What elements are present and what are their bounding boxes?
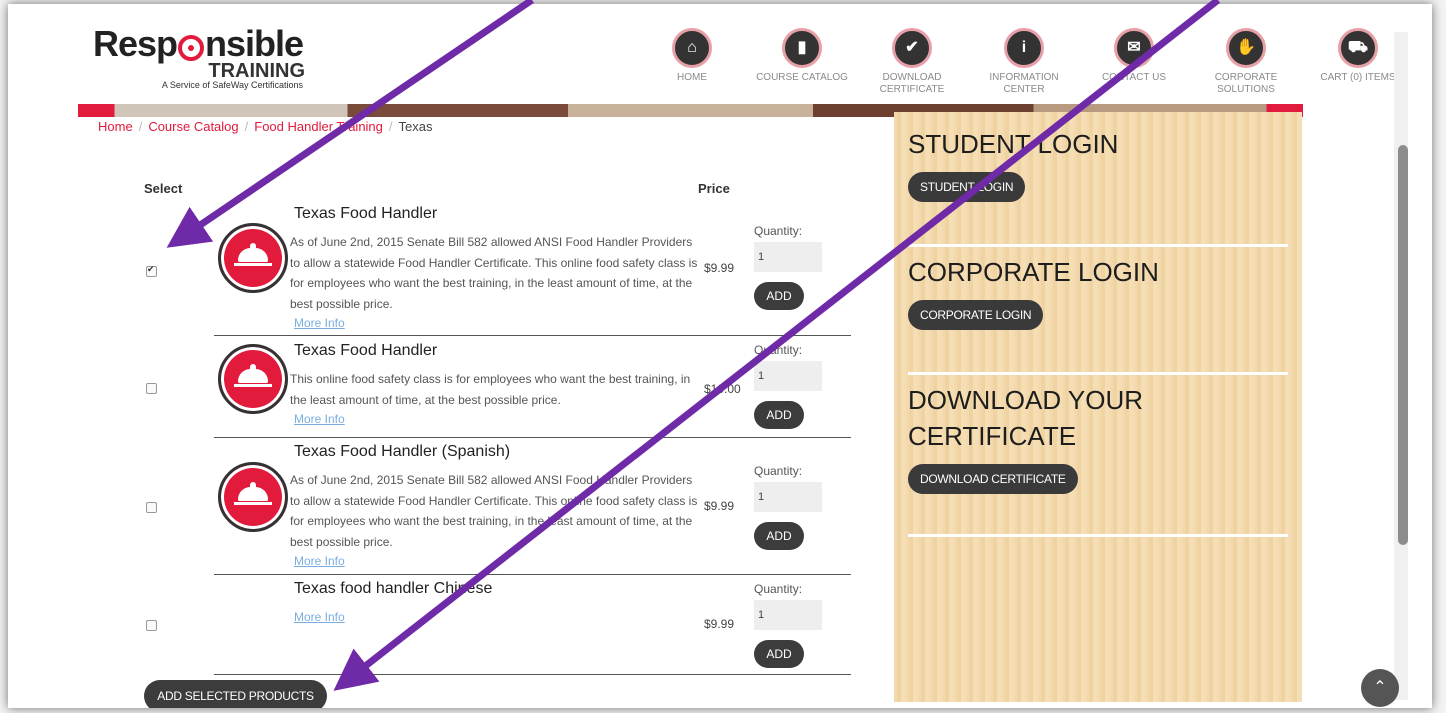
- download-certificate-heading: DOWNLOAD YOUR CERTIFICATE: [908, 385, 1143, 451]
- quantity-label: Quantity:: [754, 224, 803, 238]
- product-title: Texas Food Handler (Spanish): [294, 443, 511, 460]
- add-button[interactable]: ADD: [754, 522, 804, 550]
- select-column-header: Select: [144, 181, 183, 196]
- nav-label: CONTACT US: [1101, 72, 1167, 83]
- student-login-section: STUDENT LOGIN STUDENT LOGIN: [908, 126, 1288, 247]
- more-info-link[interactable]: More Info: [294, 610, 345, 624]
- vertical-scrollbar[interactable]: [1394, 32, 1408, 700]
- product-row: Texas Food Handler (Spanish) As of June …: [146, 438, 851, 575]
- download-certificate-section: DOWNLOAD YOUR CERTIFICATE DOWNLOAD CERTI…: [908, 382, 1288, 537]
- product-price: $10.00: [704, 382, 741, 396]
- product-list: Select Price Texas Food Handler As of Ju…: [78, 109, 893, 708]
- product-price: $9.99: [704, 499, 735, 513]
- product-select-checkbox[interactable]: [146, 264, 157, 277]
- quantity-label: Quantity:: [754, 582, 803, 596]
- logo-target-icon: [178, 35, 205, 61]
- nav-corporate-solutions[interactable]: ✋ CORPORATE SOLUTIONS: [1196, 28, 1296, 96]
- product-price: $9.99: [704, 261, 735, 275]
- login-sidebar: STUDENT LOGIN STUDENT LOGIN CORPORATE LO…: [894, 112, 1302, 702]
- product-select-checkbox[interactable]: [146, 383, 157, 394]
- logo-wordmark: Resp nsible: [93, 23, 304, 64]
- quantity-input[interactable]: [754, 361, 822, 391]
- shield-check-icon: ✔: [892, 28, 932, 68]
- scroll-to-top-icon[interactable]: ⌃: [1361, 669, 1399, 707]
- product-row: Texas Food Handler This online food safe…: [146, 336, 851, 438]
- cart-icon: ⛟: [1338, 28, 1378, 68]
- add-button[interactable]: ADD: [754, 282, 804, 310]
- product-title: Texas food handler Chinese: [294, 580, 493, 597]
- logo-training: TRAINING: [208, 60, 306, 82]
- student-login-heading: STUDENT LOGIN: [908, 129, 1119, 159]
- price-column-header: Price: [698, 181, 730, 196]
- download-certificate-button[interactable]: DOWNLOAD CERTIFICATE: [908, 464, 1078, 494]
- add-selected-products-button[interactable]: ADD SELECTED PRODUCTS: [144, 680, 327, 708]
- nav-contact-us[interactable]: ✉ CONTACT US: [1084, 28, 1184, 84]
- add-button[interactable]: ADD: [754, 401, 804, 429]
- corporate-login-heading: CORPORATE LOGIN: [908, 257, 1159, 287]
- product-row: Texas Food Handler As of June 2nd, 2015 …: [146, 201, 851, 336]
- nav-label: COURSE CATALOG: [756, 72, 848, 83]
- nav-label: CART (0) ITEMS: [1320, 72, 1396, 83]
- product-title: Texas Food Handler: [294, 205, 438, 222]
- nav-label: INFORMATION CENTER: [989, 72, 1059, 95]
- quantity-label: Quantity:: [754, 464, 803, 478]
- logo-wordmark-right: nsible: [205, 23, 304, 64]
- product-select-checkbox[interactable]: [146, 620, 157, 631]
- book-icon: ▮: [782, 28, 822, 68]
- nav-cart[interactable]: ⛟ CART (0) ITEMS: [1308, 28, 1408, 84]
- logo-wordmark-left: Resp: [93, 23, 178, 64]
- add-button[interactable]: ADD: [754, 640, 804, 668]
- product-row: Texas food handler Chinese More Info $9.…: [146, 575, 851, 675]
- product-price: $9.99: [704, 617, 735, 631]
- corporate-login-section: CORPORATE LOGIN CORPORATE LOGIN: [908, 254, 1288, 375]
- nav-label: HOME: [677, 72, 707, 83]
- info-icon: i: [1004, 28, 1044, 68]
- more-info-link[interactable]: More Info: [294, 316, 345, 330]
- scrollbar-thumb[interactable]: [1398, 145, 1408, 545]
- nav-course-catalog[interactable]: ▮ COURSE CATALOG: [752, 28, 852, 84]
- site-header: Resp nsible TRAINING A Service of SafeWay…: [8, 4, 1432, 104]
- quantity-label: Quantity:: [754, 343, 803, 357]
- student-login-button[interactable]: STUDENT LOGIN: [908, 172, 1026, 202]
- food-cloche-icon: [218, 462, 288, 532]
- quantity-input[interactable]: [754, 482, 822, 512]
- envelope-icon: ✉: [1114, 28, 1154, 68]
- more-info-link[interactable]: More Info: [294, 554, 345, 568]
- site-logo[interactable]: Resp nsible TRAINING A Service of SafeWay…: [93, 23, 306, 91]
- product-select-checkbox[interactable]: [146, 502, 157, 513]
- product-description: As of June 2nd, 2015 Senate Bill 582 all…: [290, 473, 698, 549]
- food-cloche-icon: [218, 223, 288, 293]
- nav-download-certificate[interactable]: ✔ DOWNLOAD CERTIFICATE: [862, 28, 962, 96]
- logo-tagline: A Service of SafeWay Certifications: [161, 80, 304, 90]
- home-icon: ⌂: [672, 28, 712, 68]
- more-info-link[interactable]: More Info: [294, 412, 345, 426]
- nav-home[interactable]: ⌂ HOME: [642, 28, 742, 84]
- nav-label: CORPORATE SOLUTIONS: [1214, 72, 1278, 95]
- quantity-input[interactable]: [754, 242, 822, 272]
- corporate-login-button[interactable]: CORPORATE LOGIN: [908, 300, 1044, 330]
- quantity-input[interactable]: [754, 600, 822, 630]
- product-description: This online food safety class is for emp…: [290, 372, 691, 407]
- nav-label: DOWNLOAD CERTIFICATE: [879, 72, 945, 95]
- handshake-icon: ✋: [1226, 28, 1266, 68]
- food-cloche-icon: [218, 344, 288, 414]
- nav-information-center[interactable]: i INFORMATION CENTER: [974, 28, 1074, 96]
- browser-viewport: Resp nsible TRAINING A Service of SafeWay…: [8, 4, 1432, 708]
- product-title: Texas Food Handler: [294, 342, 438, 359]
- product-description: As of June 2nd, 2015 Senate Bill 582 all…: [290, 235, 698, 311]
